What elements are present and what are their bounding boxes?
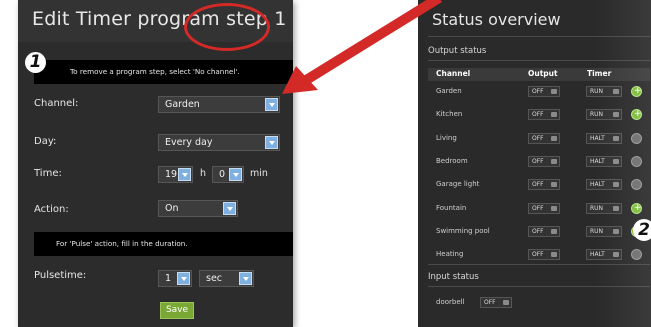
step-marker-2: 2 (633, 219, 651, 241)
channel-name: Garden (436, 87, 462, 95)
output-value: OFF (532, 227, 544, 235)
output-value: OFF (532, 157, 544, 165)
toggle-knob (551, 205, 557, 211)
save-button[interactable]: Save (160, 302, 194, 319)
channel-name: Heating (436, 250, 464, 259)
output-toggle[interactable]: OFF (528, 249, 560, 261)
day-select-value: Every day (165, 137, 213, 148)
output-value: OFF (532, 251, 544, 259)
time-label: Time: (34, 168, 62, 179)
chevron-down-icon (177, 272, 190, 285)
output-toggle[interactable]: OFF (528, 202, 560, 214)
col-channel: Channel (436, 69, 471, 78)
chevron-down-icon (265, 136, 278, 149)
col-output: Output (528, 69, 558, 78)
output-toggle[interactable]: OFF (528, 132, 560, 144)
status-title: Status overview (432, 10, 561, 29)
channel-label: Channel: (34, 98, 79, 109)
remove-step-note: To remove a program step, select 'No cha… (34, 60, 293, 84)
pulsetime-label: Pulsetime: (34, 270, 87, 281)
output-value: OFF (532, 88, 544, 95)
chevron-down-icon (229, 168, 242, 181)
day-label: Day: (34, 136, 57, 147)
pulsetime-value-select[interactable]: 1 (158, 270, 192, 287)
output-toggle[interactable]: OFF (528, 155, 560, 167)
chevron-down-icon (223, 202, 236, 215)
input-value: OFF (484, 299, 496, 306)
input-toggle[interactable]: OFF (480, 297, 512, 308)
output-status-heading: Output status (428, 46, 487, 56)
hour-unit: h (200, 168, 207, 179)
chevron-down-icon (265, 98, 278, 111)
toggle-knob (503, 300, 509, 305)
output-value: OFF (532, 134, 544, 142)
panel-shading (596, 0, 651, 327)
channel-name: Kitchen (436, 110, 463, 119)
output-toggle[interactable]: OFF (528, 225, 560, 237)
output-value: OFF (532, 111, 544, 119)
pulsetime-value: 1 (165, 273, 172, 284)
day-select[interactable]: Every day (158, 134, 280, 151)
output-toggle[interactable]: OFF (528, 109, 560, 121)
toggle-knob (551, 252, 557, 258)
channel-select[interactable]: Garden (158, 96, 280, 113)
pulsetime-unit-select[interactable]: sec (199, 270, 254, 287)
step-marker-1: 1 (25, 52, 46, 73)
action-select[interactable]: On (158, 200, 238, 217)
minute-select-value: 0 (219, 169, 226, 180)
toggle-knob (551, 89, 557, 94)
toggle-knob (551, 135, 557, 141)
input-name: doorbell (436, 298, 465, 306)
toggle-knob (551, 182, 557, 188)
output-value: OFF (532, 204, 544, 212)
edit-timer-panel: Edit Timer program step 1 To remove a pr… (18, 0, 293, 327)
input-status-heading: Input status (428, 272, 479, 282)
chevron-down-icon (239, 272, 252, 285)
minute-unit: min (250, 168, 268, 179)
hour-select-value: 19 (165, 169, 178, 180)
minute-select[interactable]: 0 (212, 166, 244, 183)
channel-select-value: Garden (165, 99, 200, 110)
channel-name: Swimming pool (436, 226, 490, 235)
highlight-circle (184, 3, 270, 51)
pulse-note: For 'Pulse' action, fill in the duration… (34, 232, 293, 256)
channel-name: Garage light (436, 180, 480, 189)
action-select-value: On (165, 203, 179, 214)
channel-name: Living (436, 133, 457, 142)
toggle-knob (551, 228, 557, 234)
chevron-down-icon (178, 168, 191, 181)
toggle-knob (551, 112, 557, 118)
toggle-knob (551, 158, 557, 164)
output-toggle[interactable]: OFF (528, 86, 560, 97)
output-toggle[interactable]: OFF (528, 179, 560, 191)
output-value: OFF (532, 181, 544, 189)
hour-select[interactable]: 19 (158, 166, 193, 183)
channel-name: Bedroom (436, 156, 468, 165)
pulsetime-unit: sec (206, 273, 223, 284)
action-label: Action: (34, 204, 69, 215)
channel-name: Fountain (436, 203, 467, 212)
